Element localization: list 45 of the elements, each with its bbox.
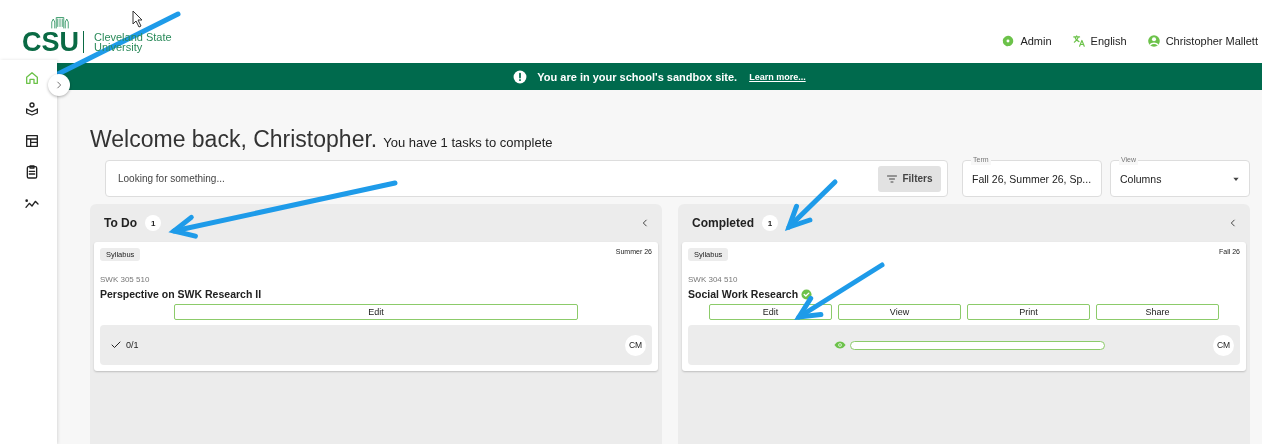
course-code: SWK 305 510: [100, 275, 151, 284]
chevron-left-icon: [1228, 218, 1238, 228]
column-title: Completed: [692, 216, 754, 230]
search-field[interactable]: Looking for something... Filters: [105, 160, 948, 197]
mouse-cursor-icon: [132, 10, 143, 28]
select-value: Columns: [1120, 172, 1163, 185]
layout-icon[interactable]: [24, 132, 40, 149]
gear-icon: [1001, 34, 1016, 48]
learn-more-link[interactable]: Learn more...: [749, 71, 806, 82]
nav-link[interactable]: Admin: [1001, 34, 1052, 48]
collapse-button[interactable]: [640, 218, 650, 228]
avatar: CM: [625, 334, 646, 356]
action-button[interactable]: View: [838, 304, 961, 320]
eye-icon: [834, 339, 846, 351]
chevron-right-icon: [54, 80, 64, 90]
action-button[interactable]: Share: [1096, 304, 1219, 320]
expand-button[interactable]: [48, 74, 70, 96]
progress-count: 0/1: [126, 340, 139, 350]
book-stack-icon[interactable]: [24, 101, 40, 118]
banner-message: You are in your school's sandbox site.: [537, 70, 738, 83]
annotation-arrow: [784, 179, 838, 231]
card-title: Social Work Research: [688, 288, 799, 300]
card-title: Perspective on SWK Research II: [100, 288, 262, 300]
logo-wordmark: CSU: [22, 31, 84, 53]
avatar: CM: [1213, 334, 1234, 356]
filter-icon: [886, 172, 899, 185]
count-badge: 1: [762, 215, 778, 231]
user-icon: [1146, 34, 1161, 48]
course-code: SWK 304 510: [688, 275, 739, 284]
nav-link[interactable]: English: [1071, 34, 1127, 48]
chevron-left-icon: [640, 218, 650, 228]
check-icon: [110, 339, 122, 351]
select-value: Fall 26, Summer 26, Sp...: [972, 172, 1092, 185]
action-button[interactable]: Print: [967, 304, 1090, 320]
translate-icon: [1071, 34, 1086, 48]
action-button[interactable]: Edit: [174, 304, 578, 320]
task-summary: You have 1 tasks to complete: [383, 135, 553, 150]
nav-link[interactable]: Christopher Mallett: [1146, 34, 1258, 48]
clipboard-icon[interactable]: [24, 164, 40, 181]
welcome-heading: Welcome back, Christopher.: [90, 126, 378, 153]
alert-icon: [513, 69, 528, 84]
column-title: To Do: [104, 216, 138, 230]
filters-button[interactable]: Filters: [878, 165, 941, 192]
collapse-button[interactable]: [1228, 218, 1238, 228]
count-badge: 1: [145, 215, 162, 231]
